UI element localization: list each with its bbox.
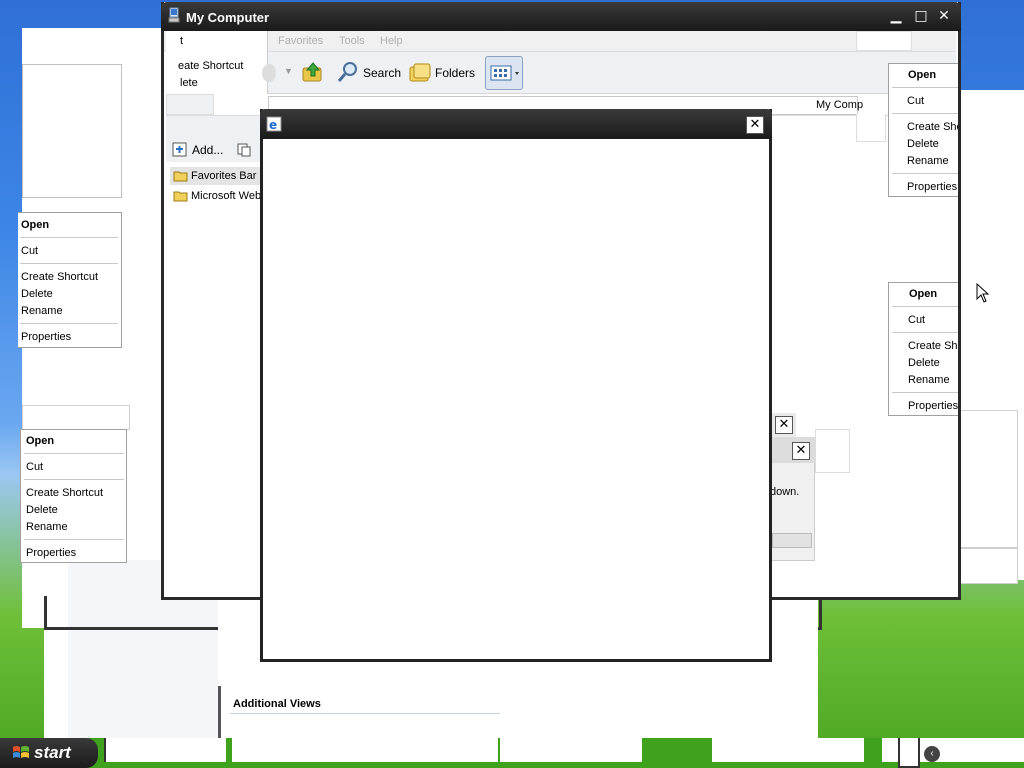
context-create-shortcut[interactable]: Create She	[907, 119, 958, 135]
context-create-shortcut[interactable]: Create Shortcut	[26, 485, 103, 501]
menu-help[interactable]: Help	[380, 35, 403, 47]
mouse-cursor-icon	[976, 282, 990, 303]
context-separator	[24, 539, 124, 540]
context-menu: Open Cut Create She Delete Rename Proper…	[888, 63, 958, 197]
organize-icon[interactable]	[236, 142, 252, 158]
context-separator	[892, 113, 958, 114]
taskbar-item[interactable]	[232, 738, 498, 762]
taskbar-item[interactable]	[104, 738, 226, 762]
context-separator	[892, 332, 958, 333]
context-properties[interactable]: Properties	[26, 545, 76, 561]
maximize-button[interactable]: □	[911, 7, 931, 25]
add-favorite-icon[interactable]	[172, 142, 188, 158]
context-delete[interactable]: Delete	[26, 502, 58, 518]
context-rename[interactable]: Rename	[26, 519, 68, 535]
minimize-button[interactable]: ▁	[886, 7, 906, 25]
context-separator	[892, 173, 958, 174]
address-right-box	[856, 114, 886, 142]
add-favorite-button[interactable]: Add...	[192, 143, 223, 157]
bg-dialog2-text: down.	[770, 486, 800, 498]
context-separator	[20, 323, 118, 324]
context-delete[interactable]: Delete	[21, 286, 53, 302]
search-button[interactable]: Search	[363, 62, 401, 84]
start-label: start	[34, 743, 71, 762]
context-cut[interactable]: Cut	[26, 459, 43, 475]
context-separator	[892, 87, 958, 88]
svg-text:e: e	[269, 118, 277, 132]
search-icon[interactable]	[336, 60, 360, 84]
context-separator	[24, 453, 124, 454]
menu-tools[interactable]: Tools	[339, 35, 365, 47]
menu-frag[interactable]: t	[180, 35, 183, 47]
context-properties[interactable]: Properties	[907, 179, 957, 195]
context-rename[interactable]: Rename	[907, 153, 949, 169]
back-arrow-icon[interactable]	[262, 64, 276, 82]
context-create-shortcut[interactable]: Create Shortcut	[21, 269, 98, 285]
context-delete[interactable]: Delete	[908, 355, 940, 371]
taskbar-item[interactable]	[500, 738, 642, 762]
my-computer-titlebar[interactable]	[161, 2, 961, 31]
additional-views-heading: Additional Views	[233, 698, 321, 710]
bg-window-additional-shade	[218, 686, 221, 738]
address-bar-left	[166, 94, 214, 115]
context-open[interactable]: Open	[26, 433, 54, 449]
context-cut[interactable]: Cut	[908, 312, 925, 328]
taskbar-item[interactable]	[712, 738, 864, 762]
my-computer-icon	[168, 7, 180, 23]
folders-button[interactable]: Folders	[435, 62, 475, 84]
tree-item-label[interactable]: Microsoft Web	[191, 190, 261, 202]
ie-icon: e	[266, 116, 282, 132]
context-delete[interactable]: Delete	[907, 136, 939, 152]
context-separator	[892, 392, 958, 393]
context-rename[interactable]: Rename	[908, 372, 950, 388]
context-menu: Open Cut Create Sh Delete Rename Propert…	[888, 282, 958, 416]
context-separator	[892, 306, 958, 307]
bg-dialog2-button	[772, 533, 812, 548]
ie-dialog	[260, 109, 772, 662]
context-menu: Open Cut Create Shortcut Delete Rename P…	[20, 429, 127, 563]
context-properties[interactable]: Properties	[908, 398, 958, 414]
bg-dialog-close-icon[interactable]: ✕	[775, 416, 793, 434]
context-separator	[24, 479, 124, 480]
context-cut[interactable]: Cut	[21, 243, 38, 259]
context-cut[interactable]: Cut	[907, 93, 924, 109]
menu-bar-right-box	[856, 31, 912, 51]
ie-dialog-titlebar[interactable]	[260, 109, 772, 139]
context-create-shortcut[interactable]: Create Sh	[908, 338, 958, 354]
context-separator	[20, 263, 118, 264]
context-menu: Open Cut Create Shortcut Delete Rename P…	[18, 212, 122, 348]
context-open[interactable]: Open	[909, 286, 937, 302]
tree-item-label: Favorites Bar	[191, 170, 257, 182]
address-text: My Comp	[816, 99, 864, 111]
my-computer-title: My Computer	[186, 10, 270, 25]
additional-views-divider	[230, 713, 500, 714]
folder-icon	[173, 190, 188, 202]
ie-dialog-close-icon[interactable]: ✕	[746, 116, 764, 134]
close-button[interactable]: ✕	[934, 7, 954, 25]
context-open[interactable]: Open	[908, 67, 936, 83]
edit-menu-delete[interactable]: lete	[180, 77, 198, 89]
menu-favorites[interactable]: Favorites	[278, 35, 323, 47]
bg-window-left-lower	[22, 405, 130, 430]
tray-separator	[898, 738, 920, 768]
folder-icon	[173, 170, 188, 182]
bg-dialog2-close-icon[interactable]: ✕	[792, 442, 810, 460]
back-dropdown-icon[interactable]: ▼	[284, 66, 293, 76]
edit-menu-create-shortcut[interactable]: eate Shortcut	[178, 60, 243, 72]
folders-icon[interactable]	[408, 62, 432, 84]
context-rename[interactable]: Rename	[21, 303, 63, 319]
context-properties[interactable]: Properties	[21, 329, 71, 345]
up-folder-icon[interactable]	[301, 60, 325, 84]
bg-dialog-side	[815, 429, 850, 473]
views-button[interactable]	[485, 56, 523, 90]
context-separator	[20, 237, 118, 238]
bg-window-left-border	[22, 64, 122, 198]
windows-logo-icon	[12, 744, 30, 762]
tray-expand-icon[interactable]: ‹	[924, 746, 940, 762]
context-open[interactable]: Open	[21, 217, 49, 233]
